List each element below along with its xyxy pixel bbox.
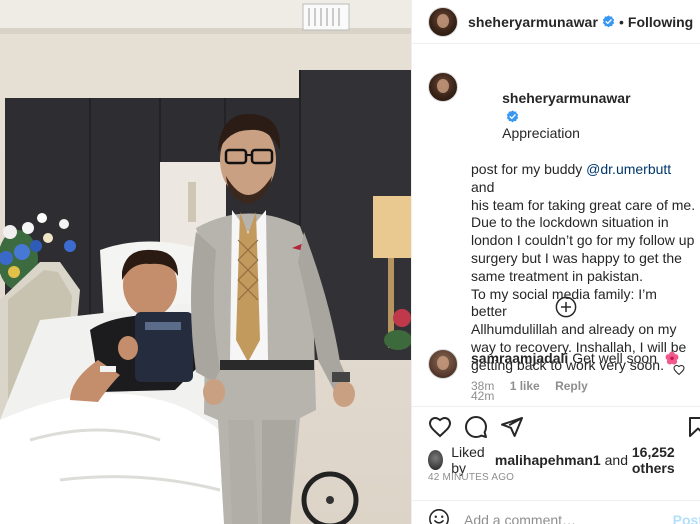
share-paper-plane-icon[interactable]	[500, 415, 524, 439]
likes-middle: and	[600, 452, 632, 468]
author-avatar[interactable]	[428, 6, 458, 37]
liker-avatar[interactable]	[428, 450, 444, 470]
caption-text-line-5: surgery but I was happy to get the	[471, 249, 682, 266]
like-heart-icon[interactable]	[428, 415, 452, 439]
following-button[interactable]: Following	[628, 14, 693, 30]
post-comment-button[interactable]: Post	[673, 512, 700, 524]
post-photo[interactable]	[0, 0, 411, 524]
caption-text-line-0: Appreciation	[502, 125, 580, 142]
caption-text-line-7: To my social media family: I’m better	[471, 285, 661, 320]
post-header: sheheryarmunawar • Following	[412, 0, 700, 44]
author-username[interactable]: sheheryarmunawar	[468, 14, 598, 30]
comment-bubble-icon[interactable]	[464, 415, 488, 439]
caption-verified-badge-icon	[506, 110, 519, 122]
commenter-username[interactable]: samraamjadali	[471, 350, 568, 366]
comment-body: samraamjadali Get well soon 38m 1 like R…	[471, 349, 679, 395]
caption-author-avatar[interactable]	[428, 72, 458, 102]
caption-text-line-2: his team for taking great care of me.	[471, 196, 696, 213]
commenter-avatar[interactable]	[428, 349, 458, 379]
comment-time[interactable]: 38m	[471, 379, 494, 393]
follow-separator: •	[619, 13, 624, 30]
add-comment-bar: Add a comment… Post	[412, 500, 700, 524]
verified-badge-icon	[602, 15, 615, 28]
caption-text-line-6: same treatment in pakistan.	[471, 267, 643, 284]
post-side-panel: sheheryarmunawar • Following sheheryarmu…	[411, 0, 700, 524]
hibiscus-emoji-icon	[665, 351, 679, 365]
caption-text-line-4: london I couldn’t go for my follow up	[471, 232, 695, 249]
caption-text-line-8: Allhumdulillah and already on my	[471, 321, 677, 338]
action-bar	[412, 406, 700, 446]
comment-item: samraamjadali Get well soon 38m 1 like R…	[412, 349, 700, 395]
caption-username[interactable]: sheheryarmunawar	[502, 90, 630, 106]
comment-like-heart-icon[interactable]	[673, 364, 685, 376]
post-photo-illustration	[0, 0, 411, 524]
comment-text: Get well soon	[572, 350, 658, 366]
caption-mention-link[interactable]: @dr.umerbutt	[586, 161, 671, 177]
caption-text-line-1: post for my buddy	[471, 160, 587, 177]
load-more-comments-icon[interactable]	[555, 296, 577, 318]
post-timestamp[interactable]: 42 MINUTES AGO	[428, 472, 514, 483]
comment-likes[interactable]: 1 like	[510, 379, 540, 393]
caption-text-line-3: Due to the lockdown situation in	[471, 214, 669, 231]
comment-reply-button[interactable]: Reply	[555, 379, 588, 393]
comment-meta: 38m 1 like Reply	[471, 377, 679, 395]
likes-count-link[interactable]: 16,252 others	[632, 444, 700, 476]
emoji-picker-icon[interactable]	[428, 508, 450, 524]
liker-username[interactable]: malihарehman1	[495, 452, 601, 468]
add-comment-input[interactable]: Add a comment…	[464, 512, 576, 524]
save-bookmark-icon[interactable]	[686, 415, 700, 439]
